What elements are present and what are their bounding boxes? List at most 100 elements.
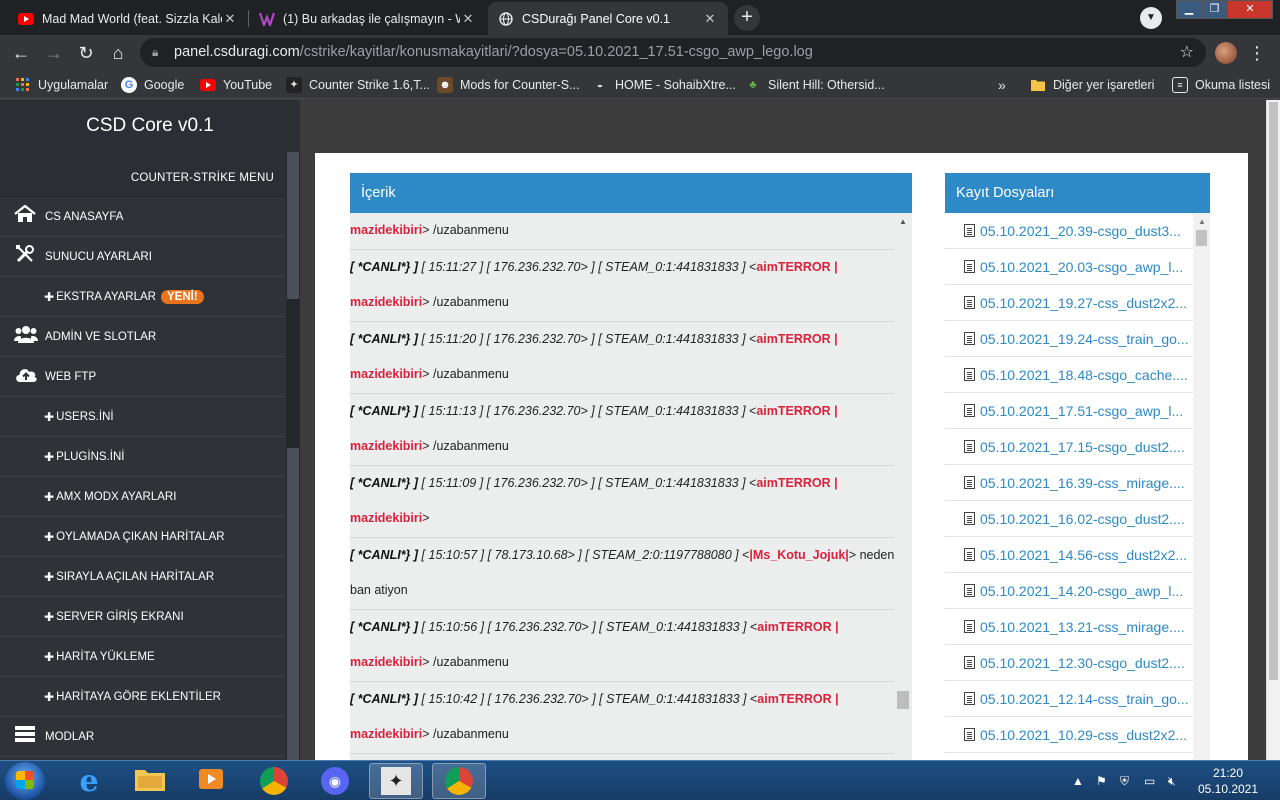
bookmark-counter-strike[interactable]: ✦ Counter Strike 1.6,T... [286,70,430,99]
log-file-link[interactable]: 05.10.2021_20.39-csgo_dust3... [945,213,1193,249]
sidebar-item-users-ini[interactable]: ✚ USERS.İNİ [0,397,286,437]
content-panel-header: İçerik [350,173,912,213]
brand-title[interactable]: CSD Core v0.1 [0,100,300,152]
sidebar-item-plugins-ini[interactable]: ✚ PLUGİNS.İNİ [0,437,286,477]
live-tag: [ *CANLI*} ] [350,403,419,418]
sidebar-item-haritaya-gore-eklentiler[interactable]: ✚ HARİTAYA GÖRE EKLENTİLER [0,677,286,717]
log-file-link[interactable]: 05.10.2021_16.02-csgo_dust2.... [945,501,1193,537]
files-scroll-thumb[interactable] [1196,230,1207,246]
page-scrollbar[interactable] [1266,100,1280,760]
log-file-link[interactable]: 05.10.2021_18.48-csgo_cache.... [945,357,1193,393]
log-file-link[interactable]: 05.10.2021_14.20-csgo_awp_l... [945,573,1193,609]
sidebar-item-sunucu-ayarlari[interactable]: SUNUCU AYARLARI [0,237,286,277]
sidebar-scrollbar[interactable] [286,152,300,760]
bookmark-label: HOME - SohaibXtre... [615,77,736,92]
tab-search-icon[interactable]: ▼ [1140,7,1162,29]
network-icon[interactable]: ▭ [1144,761,1155,800]
taskbar-counter-strike[interactable]: ✦ [369,763,423,799]
bookmarks-overflow-button[interactable]: » [998,70,1006,99]
sidebar-scroll-track[interactable] [287,448,299,760]
log-file-link[interactable]: 05.10.2021_20.03-csgo_awp_l... [945,249,1193,285]
bookmark-silent-hill[interactable]: ♣ Silent Hill: Othersid... [745,70,884,99]
log-file-link[interactable]: 05.10.2021_13.21-css_mirage.... [945,609,1193,645]
log-file-link[interactable]: 05.10.2021_14.56-css_dust2x2... [945,537,1193,573]
taskbar-clock[interactable]: 21:20 05.10.2021 [1196,765,1260,797]
reload-icon[interactable]: ↻ [73,40,99,66]
sidebar-item-server-giris-ekrani[interactable]: ✚ SERVER GİRİŞ EKRANI [0,597,286,637]
close-tab-icon[interactable]: ✕ [702,11,718,27]
chat-log-scroll-thumb[interactable] [897,691,909,709]
forward-icon[interactable]: → [41,40,67,66]
security-icon[interactable]: ⛨ [1120,761,1129,800]
plus-icon: ✚ [44,489,55,504]
address-bar[interactable]: 🔒︎ panel.csduragi.com/cstrike/kayitlar/k… [140,38,1206,67]
start-button[interactable] [5,762,45,800]
file-text-icon [964,260,975,273]
bookmark-star-icon[interactable]: ☆ [1180,38,1194,67]
sidebar-item-amx-modx-ayarlari[interactable]: ✚ AMX MODX AYARLARI [0,477,286,517]
show-hidden-icons[interactable]: ▲ [1072,761,1084,800]
browser-menu-icon[interactable]: ⋮ [1248,40,1266,66]
apps-grid-icon [15,77,31,93]
sidebar-item-admin-ve-slotlar[interactable]: ADMİN VE SLOTLAR [0,317,286,357]
sidebar-item-harita-yukleme[interactable]: ✚ HARİTA YÜKLEME [0,637,286,677]
youtube-icon [18,11,34,27]
scroll-up-icon[interactable]: ▲ [1198,217,1206,226]
log-file-link[interactable]: 05.10.2021_19.27-css_dust2x2... [945,285,1193,321]
close-tab-icon[interactable]: ✕ [460,11,476,27]
volume-muted-icon[interactable]: 🔇︎ [1168,761,1176,800]
tab-csduragi-panel[interactable]: CSDurağı Panel Core v0.1 ✕ [488,2,728,35]
taskbar-internet-explorer[interactable]: e [62,763,116,799]
new-tab-button[interactable]: + [734,5,760,31]
profile-avatar[interactable] [1215,42,1237,64]
reading-list-button[interactable]: ≡ Okuma listesi [1172,70,1270,99]
sidebar-item-modlar[interactable]: MODLAR [0,717,286,757]
home-icon[interactable]: ⌂ [105,40,131,66]
page-scroll-thumb[interactable] [1269,102,1278,680]
maximize-button[interactable]: ❐ [1202,0,1227,19]
bookmark-apps[interactable]: Uygulamalar [15,70,108,99]
other-bookmarks-folder[interactable]: Diğer yer işaretleri [1030,70,1154,99]
sidebar-item-oylamada-cikan-haritalar[interactable]: ✚ OYLAMADA ÇIKAN HARİTALAR [0,517,286,557]
taskbar-explorer[interactable] [123,763,177,799]
sidebar: CSD Core v0.1 COUNTER-STRİKE MENU CS ANA… [0,100,300,760]
bookmark-sohaibxtreme[interactable]: ◒ HOME - SohaibXtre... [592,70,736,99]
action-center-flag-icon[interactable]: ⚑ [1096,761,1107,800]
player-name: aimTERROR | [756,331,838,346]
tab-forum[interactable]: (1) Bu arkadaş ile çalışmayın - WEB ✕ [249,2,486,35]
log-file-link[interactable]: 05.10.2021_12.14-css_train_go... [945,681,1193,717]
bookmark-youtube[interactable]: YouTube [200,70,272,99]
sidebar-item-web-ftp[interactable]: WEB FTP [0,357,286,397]
close-tab-icon[interactable]: ✕ [222,11,238,27]
bookmark-mods[interactable]: ☻ Mods for Counter-S... [437,70,580,99]
log-file-link[interactable]: 05.10.2021_16.39-css_mirage.... [945,465,1193,501]
files-scrollbar[interactable]: ▲ [1193,213,1210,760]
taskbar-media-player[interactable] [184,763,238,799]
scroll-up-icon[interactable]: ▲ [899,217,907,226]
sidebar-item-sirayla-acilan-haritalar[interactable]: ✚ SIRAYLA AÇILAN HARİTALAR [0,557,286,597]
close-window-button[interactable]: ✕ [1227,0,1273,19]
tab-youtube[interactable]: Mad Mad World (feat. Sizzla Kalonji) ✕ [8,2,248,35]
log-file-link[interactable]: 05.10.2021_10.29-css_dust2x2... [945,717,1193,753]
sidebar-item-label: ADMİN VE SLOTLAR [45,330,157,343]
file-text-icon [964,692,975,705]
taskbar-chrome[interactable] [247,763,301,799]
log-file-link[interactable]: 05.10.2021_12.30-csgo_dust2.... [945,645,1193,681]
bookmark-label: Counter Strike 1.6,T... [309,77,430,92]
chat-log-scrollbar[interactable]: ▲ [895,213,912,760]
bookmark-google[interactable]: G Google [121,70,184,99]
log-file-link[interactable]: 05.10.2021_17.51-csgo_awp_l... [945,393,1193,429]
log-file-link[interactable]: 05.10.2021_17.15-csgo_dust2.... [945,429,1193,465]
sidebar-item-ekstra-ayarlar[interactable]: ✚ EKSTRA AYARLAR YENİ! [0,277,286,317]
taskbar-chrome-active[interactable] [432,763,486,799]
minimize-button[interactable]: ▁ [1176,0,1202,19]
live-tag: [ *CANLI*} ] [350,619,419,634]
sidebar-item-cs-anasayfa[interactable]: CS ANASAYFA [0,197,286,237]
back-icon[interactable]: ← [8,40,34,66]
url-path: /cstrike/kayitlar/konusmakayitlari/?dosy… [299,44,813,60]
log-time: [ 15:11:09 ] [421,475,484,490]
log-ip: [ 176.236.232.70> ] [487,619,596,634]
taskbar-discord[interactable]: ◉ [308,763,362,799]
log-file-link[interactable]: 05.10.2021_19.24-css_train_go... [945,321,1193,357]
sidebar-scroll-thumb[interactable] [287,152,299,299]
